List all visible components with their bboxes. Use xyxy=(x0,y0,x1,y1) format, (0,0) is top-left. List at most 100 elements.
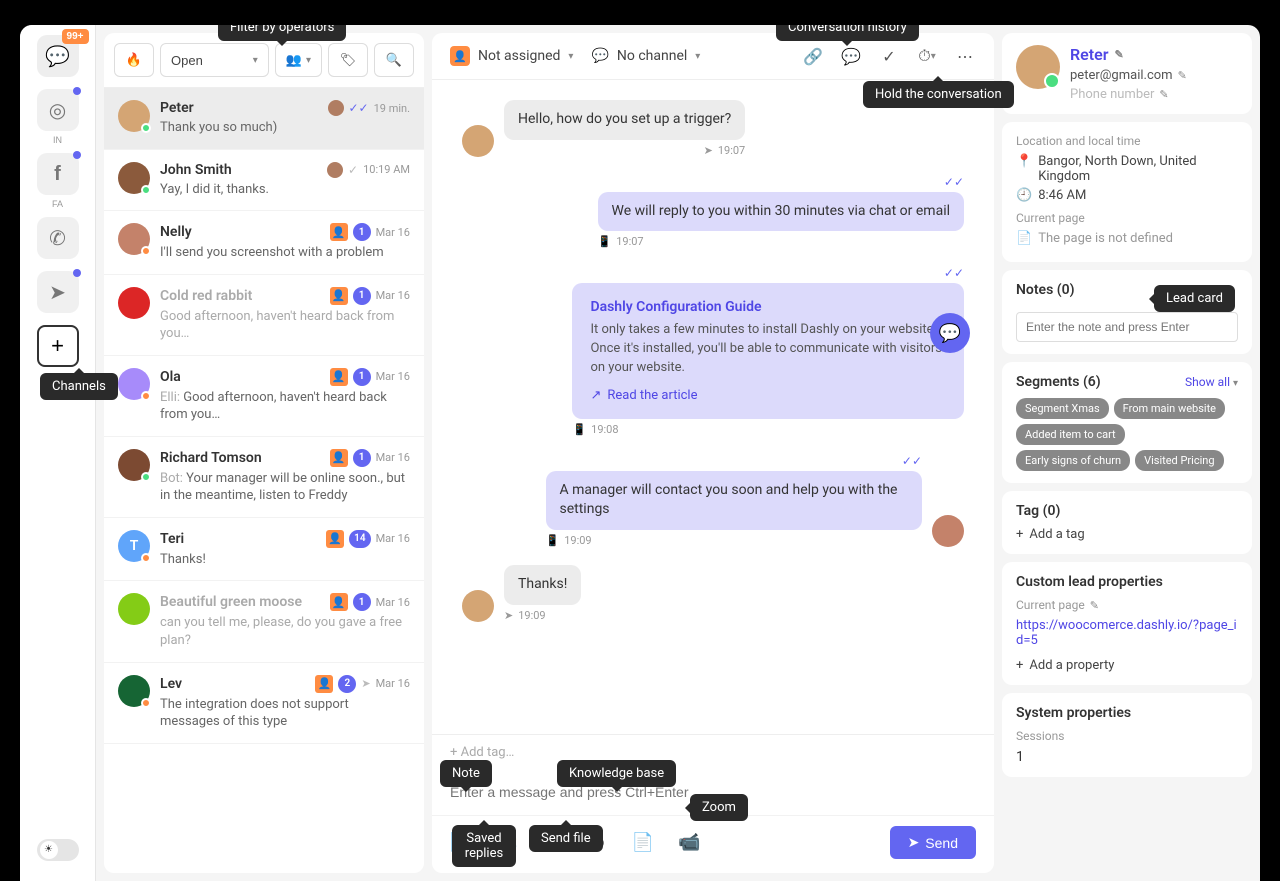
operator-badge: 👤 xyxy=(330,449,348,467)
link-icon[interactable]: 🔗 xyxy=(802,45,824,67)
channel-facebook[interactable]: f FA xyxy=(37,153,79,195)
assignee-dropdown[interactable]: 👤 Not assigned ▾ xyxy=(450,46,573,66)
attachment-icon[interactable]: 📎 xyxy=(543,832,565,853)
chevron-down-icon: ▾ xyxy=(568,51,573,62)
chat-body: 💬 Hello, how do you set up a trigger? ➤1… xyxy=(432,80,994,734)
chevron-down-icon: ▾ xyxy=(931,51,936,62)
conversation-item[interactable]: Beautiful green moose👤1Mar 16can you tel… xyxy=(104,581,424,662)
notes-title: Notes (0) xyxy=(1016,282,1238,298)
conversation-item[interactable]: Ola👤1Mar 16Elli: Good afternoon, haven't… xyxy=(104,356,424,437)
conv-preview: I'll send you screenshot with a problem xyxy=(160,244,410,262)
edit-icon[interactable]: ✎ xyxy=(1115,48,1124,61)
operator-filter-button[interactable]: 👥 ▾ xyxy=(275,43,322,77)
search-button[interactable]: 🔍 xyxy=(374,43,414,77)
message-time: 📱19:09 xyxy=(546,534,592,547)
unread-dot xyxy=(73,269,81,277)
edit-icon[interactable]: ✎ xyxy=(1090,599,1099,612)
message-row-outbound: ✓✓ A manager will contact you soon and h… xyxy=(462,454,964,547)
note-icon[interactable]: 📝 xyxy=(450,832,472,853)
send-icon: ➤ xyxy=(361,677,370,690)
compose-toolbar: 📝 📑 📎 ☺ 📄 📹 ➤ Send xyxy=(432,815,994,873)
prop-value-link[interactable]: https://woocomerce.dashly.io/?page_id=5 xyxy=(1016,618,1238,648)
chat-icon: 💬 xyxy=(45,44,70,69)
segment-chip[interactable]: Early signs of churn xyxy=(1016,450,1130,471)
channel-whatsapp[interactable]: ✆ xyxy=(37,217,79,259)
sort-button[interactable]: 🔥 xyxy=(114,43,154,77)
saved-replies-icon[interactable]: 📑 xyxy=(496,832,518,853)
mobile-icon: 📱 xyxy=(572,423,586,436)
conv-preview: Good afternoon, haven't heard back from … xyxy=(160,308,410,343)
avatar: T xyxy=(118,530,150,562)
conversation-item[interactable]: John Smith✓10:19 AMYay, I did it, thanks… xyxy=(104,150,424,212)
conv-preview: Bot: Your manager will be online soon., … xyxy=(160,470,410,505)
channel-telegram[interactable]: ➤ xyxy=(37,271,79,313)
current-page-label: Current page xyxy=(1016,211,1238,225)
conv-name: Beautiful green moose xyxy=(160,594,324,610)
operator-badge: 👤 xyxy=(315,675,333,693)
conversation-item[interactable]: Cold red rabbit👤1Mar 16Good afternoon, h… xyxy=(104,275,424,356)
message-col: ✓✓ Dashly Configuration Guide It only ta… xyxy=(572,266,964,436)
knowledge-base-icon[interactable]: 📄 xyxy=(632,832,654,853)
tag-icon: 🏷 xyxy=(340,52,357,68)
lead-location-card: Location and local time 📍Bangor, North D… xyxy=(1002,122,1252,262)
unread-count: 1 xyxy=(353,593,371,611)
read-checks-icon: ✓✓ xyxy=(902,454,922,468)
lead-panel: Reter✎ peter@gmail.com✎ Phone number✎ Lo… xyxy=(1002,33,1252,873)
plus-icon: + xyxy=(1016,527,1023,542)
segment-chip[interactable]: Segment Xmas xyxy=(1016,398,1109,419)
more-icon[interactable]: ⋯ xyxy=(954,45,976,67)
add-channel-button[interactable]: + xyxy=(37,325,79,367)
add-tag-row[interactable]: + Add tag… xyxy=(432,734,994,770)
lead-email: peter@gmail.com✎ xyxy=(1070,68,1238,83)
snooze-icon[interactable]: ⏱ ▾ xyxy=(916,45,938,67)
history-icon[interactable]: 💬 xyxy=(840,45,862,67)
segment-chip[interactable]: Added item to cart xyxy=(1016,424,1125,445)
message-input[interactable] xyxy=(450,784,976,800)
kb-title: Dashly Configuration Guide xyxy=(590,299,946,315)
send-label: Send xyxy=(925,835,958,851)
conversation-item[interactable]: Nelly👤1Mar 16I'll send you screenshot wi… xyxy=(104,211,424,275)
lead-system-props-card: System properties Sessions 1 xyxy=(1002,693,1252,777)
channel-inbox[interactable]: 💬 99+ xyxy=(37,35,79,77)
conversation-items: Peter✓✓19 min.Thank you so much)John Smi… xyxy=(104,88,424,873)
send-button[interactable]: ➤ Send xyxy=(890,826,976,859)
conversation-item[interactable]: Peter✓✓19 min.Thank you so much) xyxy=(104,88,424,150)
emoji-icon[interactable]: ☺ xyxy=(589,832,607,853)
channel-dropdown[interactable]: 💬 No channel ▾ xyxy=(591,48,700,64)
new-message-fab[interactable]: 💬 xyxy=(930,313,970,353)
page-icon: 📄 xyxy=(1016,231,1032,246)
flame-icon: 🔥 xyxy=(126,52,142,68)
lead-identity: Reter✎ peter@gmail.com✎ Phone number✎ xyxy=(1016,45,1238,102)
kb-link[interactable]: ↗Read the article xyxy=(590,388,946,403)
segment-chip[interactable]: Visited Pricing xyxy=(1135,450,1223,471)
add-tag-link[interactable]: +Add a tag xyxy=(1016,527,1238,542)
conversation-item[interactable]: Lev👤2➤Mar 16The integration does not sup… xyxy=(104,663,424,744)
note-input[interactable] xyxy=(1016,312,1238,342)
conv-name: Lev xyxy=(160,676,309,692)
conversation-item[interactable]: TTeri👤14Mar 16Thanks! xyxy=(104,518,424,582)
chat-header-right: 🔗 💬 ✓ ⏱ ▾ ⋯ xyxy=(802,45,976,67)
channel-instagram[interactable]: ◎ IN xyxy=(37,89,79,131)
edit-icon[interactable]: ✎ xyxy=(1178,69,1187,82)
status-filter-dropdown[interactable]: Open ▾ xyxy=(160,43,269,77)
tag-filter-button[interactable]: 🏷 xyxy=(328,43,368,77)
users-icon: 👥 xyxy=(286,52,302,68)
avatar xyxy=(462,590,494,622)
conv-name: Teri xyxy=(160,531,320,547)
video-icon[interactable]: 📹 xyxy=(678,832,700,853)
operator-badge: 👤 xyxy=(330,287,348,305)
edit-icon[interactable]: ✎ xyxy=(1159,88,1168,101)
resolve-icon[interactable]: ✓ xyxy=(878,45,900,67)
theme-toggle[interactable] xyxy=(37,839,79,861)
show-all-link[interactable]: Show all ▾ xyxy=(1185,375,1238,389)
message-time: ➤19:09 xyxy=(504,609,581,622)
tags-title: Tag (0) xyxy=(1016,503,1238,519)
add-property-link[interactable]: +Add a property xyxy=(1016,658,1238,673)
avatar xyxy=(118,593,150,625)
conversation-item[interactable]: Richard Tomson👤1Mar 16Bot: Your manager … xyxy=(104,437,424,518)
lead-phone: Phone number✎ xyxy=(1070,87,1238,102)
message-row-inbound: Thanks! ➤19:09 xyxy=(462,565,964,622)
segment-chip[interactable]: From main website xyxy=(1114,398,1225,419)
segments-title: Segments (6) Show all ▾ xyxy=(1016,374,1238,390)
send-icon: ➤ xyxy=(704,144,713,157)
